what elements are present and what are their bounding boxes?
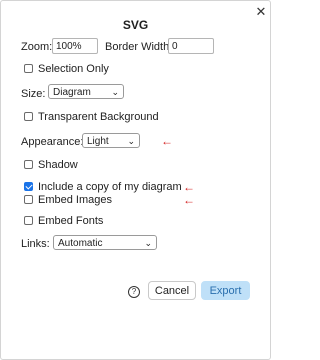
annotation-arrow-icon: ← bbox=[183, 180, 195, 194]
selection-only-label: Selection Only bbox=[38, 63, 109, 75]
size-select[interactable]: Diagram ⌄ bbox=[48, 84, 124, 99]
zoom-input[interactable] bbox=[52, 38, 98, 54]
annotation-arrow-icon: ← bbox=[183, 193, 195, 207]
transparent-background-label: Transparent Background bbox=[38, 111, 159, 123]
dialog-title: SVG bbox=[122, 18, 149, 32]
links-select[interactable]: Automatic ⌄ bbox=[53, 235, 157, 250]
transparent-background-checkbox[interactable] bbox=[24, 112, 33, 121]
cancel-button[interactable]: Cancel bbox=[148, 281, 196, 300]
annotation-arrow-icon: ← bbox=[161, 134, 173, 148]
links-label: Links: bbox=[21, 238, 50, 250]
include-copy-label: Include a copy of my diagram bbox=[38, 181, 182, 193]
border-width-label: Border Width: bbox=[105, 41, 173, 53]
embed-fonts-checkbox[interactable] bbox=[24, 216, 33, 225]
chevron-down-icon: ⌄ bbox=[127, 136, 135, 146]
shadow-label: Shadow bbox=[38, 159, 78, 171]
close-icon[interactable]: ✕ bbox=[255, 5, 267, 18]
shadow-checkbox[interactable] bbox=[24, 160, 33, 169]
selection-only-checkbox[interactable] bbox=[24, 64, 33, 73]
appearance-select[interactable]: Light ⌄ bbox=[82, 133, 140, 148]
appearance-select-value: Light bbox=[87, 136, 109, 147]
chevron-down-icon: ⌄ bbox=[144, 238, 152, 248]
embed-images-checkbox[interactable] bbox=[24, 195, 33, 204]
embed-images-label: Embed Images bbox=[38, 194, 112, 206]
zoom-label: Zoom: bbox=[21, 41, 53, 53]
export-button[interactable]: Export bbox=[201, 281, 250, 300]
chevron-down-icon: ⌄ bbox=[111, 87, 119, 97]
help-icon[interactable]: ? bbox=[128, 286, 140, 298]
svg-export-dialog: ✕ SVG Zoom: Border Width: Selection Only… bbox=[0, 0, 271, 360]
size-select-value: Diagram bbox=[53, 87, 91, 98]
size-label: Size: bbox=[21, 88, 46, 100]
border-width-input[interactable] bbox=[168, 38, 214, 54]
embed-fonts-label: Embed Fonts bbox=[38, 215, 104, 227]
appearance-label: Appearance: bbox=[21, 136, 84, 148]
links-select-value: Automatic bbox=[58, 238, 103, 249]
include-copy-checkbox[interactable] bbox=[24, 182, 33, 191]
